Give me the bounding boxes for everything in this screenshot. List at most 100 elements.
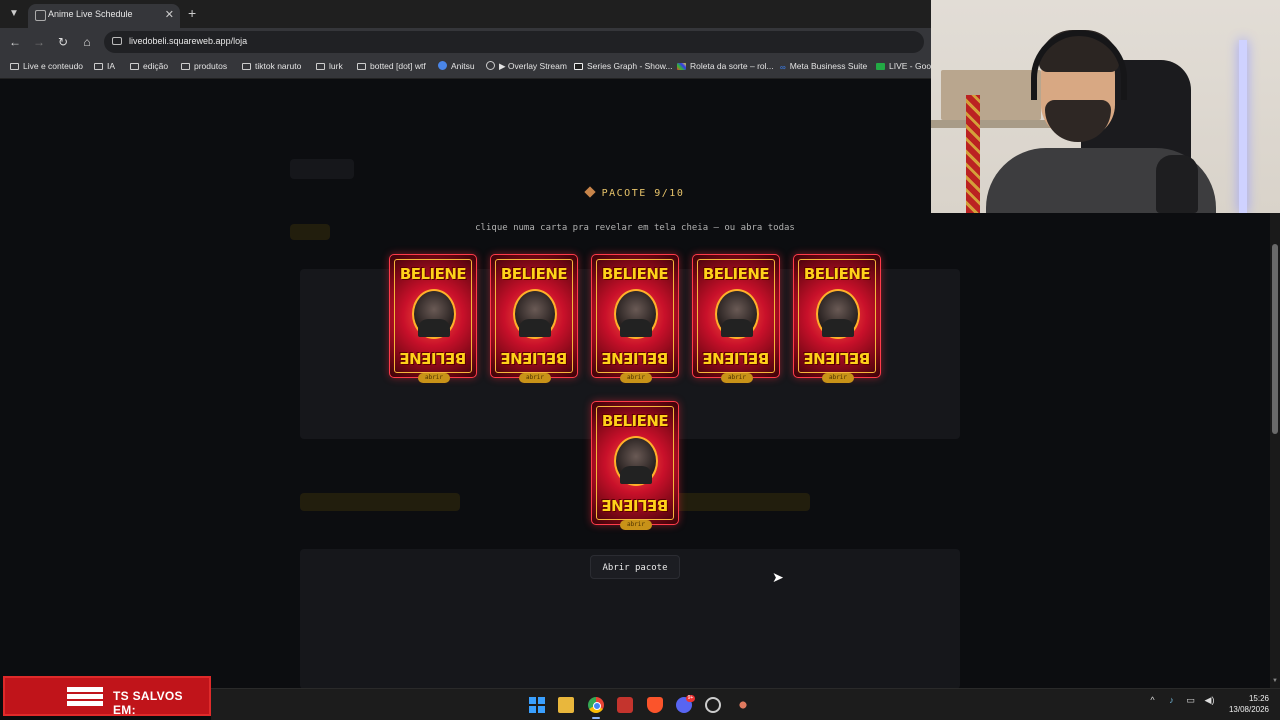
clock-time: 15:26 xyxy=(1248,694,1269,703)
active-app-indicator xyxy=(592,717,600,719)
folder-icon xyxy=(316,63,325,70)
system-tray: ^ ♪ ▭ ◀) xyxy=(1147,695,1223,706)
card-open-tag[interactable]: abrir xyxy=(418,373,450,383)
clock-date: 13/08/2026 xyxy=(1228,705,1269,714)
microphone-icon[interactable]: ♪ xyxy=(1166,695,1177,706)
card-portrait-shirt xyxy=(519,319,551,337)
pack-card[interactable]: BELIENE BELIENE abrir xyxy=(793,254,881,383)
volume-icon[interactable]: ◀) xyxy=(1204,695,1215,706)
folder-icon xyxy=(242,63,251,70)
bookmark-roleta[interactable]: Roleta da sorte – rol... xyxy=(677,61,774,71)
back-arrow-icon[interactable]: ← xyxy=(7,34,23,50)
taskbar: 9+ ^ ♪ ▭ ◀) 15:26 13/08/2026 xyxy=(211,688,1280,720)
new-tab-plus-icon[interactable]: + xyxy=(188,5,196,21)
bookmark-meta-business[interactable]: ∞ Meta Business Suite xyxy=(780,61,867,72)
bookmark-label: Live e conteudo xyxy=(23,61,84,71)
card-portrait-shirt xyxy=(620,319,652,337)
card-name-bottom: BELIENE xyxy=(500,349,568,367)
bookmark-label: lurk xyxy=(329,61,343,71)
card-open-tag[interactable]: abrir xyxy=(620,520,652,530)
bookmark-label: Series Graph - Show... xyxy=(587,61,673,71)
pack-card[interactable]: BELIENE BELIENE abrir xyxy=(389,254,477,383)
brave-icon[interactable] xyxy=(647,697,663,713)
tab-favicon-icon xyxy=(35,10,46,21)
tab-search-chevron-icon[interactable]: ▼ xyxy=(6,6,22,22)
tab-close-icon[interactable]: ✕ xyxy=(165,8,174,21)
clock[interactable]: 15:26 13/08/2026 xyxy=(1225,693,1269,715)
badge-text: TS SALVOS EM: xyxy=(113,689,183,717)
bookmark-label: Roleta da sorte – rol... xyxy=(690,61,774,71)
reload-icon[interactable]: ↻ xyxy=(55,34,71,50)
video-editor-icon[interactable] xyxy=(617,697,633,713)
bookmark-anitsu[interactable]: Anitsu xyxy=(438,61,475,71)
bookmark-tiktok-naruto[interactable]: tiktok naruto xyxy=(242,61,301,71)
bookmark-label: produtos xyxy=(194,61,228,71)
stream-overlay-badge: TS SALVOS EM: xyxy=(3,676,211,717)
bookmark-label: tiktok naruto xyxy=(255,61,302,71)
chevron-up-icon[interactable]: ^ xyxy=(1147,695,1158,706)
card-open-tag[interactable]: abrir xyxy=(620,373,652,383)
ghost-block xyxy=(290,159,354,179)
address-bar-row: ← → ↻ ⌂ livedobeli.squareweb.app/loja xyxy=(0,28,932,56)
home-icon[interactable]: ⌂ xyxy=(79,34,95,50)
card-name-bottom: BELIENE xyxy=(399,349,467,367)
card-name-top: BELIENE xyxy=(601,265,669,283)
folder-icon xyxy=(10,63,19,70)
webcam-light-bar xyxy=(1239,40,1247,213)
card-name-bottom: BELIENE xyxy=(601,496,669,514)
url-text: livedobeli.squareweb.app/loja xyxy=(129,36,248,46)
webcam-hanging-scarf xyxy=(966,95,980,213)
bookmark-lurk[interactable]: lurk xyxy=(316,61,343,71)
meta-icon: ∞ xyxy=(780,63,786,72)
network-icon[interactable]: ▭ xyxy=(1185,695,1196,706)
bookmark-produtos[interactable]: produtos xyxy=(181,61,227,71)
bookmark-overlay-stream[interactable]: ▶ Overlay Stream xyxy=(486,61,567,72)
file-explorer-icon[interactable] xyxy=(558,697,574,713)
forward-arrow-icon[interactable]: → xyxy=(31,34,47,50)
pack-card[interactable]: BELIENE BELIENE abrir xyxy=(490,254,578,383)
open-pack-button[interactable]: Abrir pacote xyxy=(590,555,680,579)
badge-logo-icon xyxy=(67,687,103,707)
folder-icon xyxy=(94,63,103,70)
folder-icon xyxy=(357,63,366,70)
browser-tab-bar: ▼ Anime Live Schedule ✕ + xyxy=(0,0,932,28)
card-name-top: BELIENE xyxy=(399,265,467,283)
bookmark-label: LIVE - Goog xyxy=(889,61,932,71)
tab-title: Anime Live Schedule xyxy=(48,9,133,19)
scroll-down-arrow-icon[interactable]: ▼ xyxy=(1272,678,1278,684)
pack-title-text: PACOTE 9/10 xyxy=(601,188,685,199)
bookmark-ia[interactable]: IA xyxy=(94,61,115,71)
ghost-block xyxy=(300,493,460,511)
folder-icon xyxy=(130,63,139,70)
bookmark-live-goog[interactable]: LIVE - Goog xyxy=(876,61,932,71)
sheets-icon xyxy=(876,63,885,70)
browser-tab[interactable]: Anime Live Schedule ✕ xyxy=(28,4,180,28)
start-windows-icon[interactable] xyxy=(529,697,545,713)
hint-text: clique numa carta pra revelar em tela ch… xyxy=(475,223,795,233)
package-icon xyxy=(583,186,596,198)
discord-notification-badge: 9+ xyxy=(686,695,695,702)
card-open-tag[interactable]: abrir xyxy=(822,373,854,383)
chrome-icon[interactable] xyxy=(588,697,604,713)
bookmark-edicao[interactable]: edição xyxy=(130,61,168,71)
site-settings-icon[interactable] xyxy=(112,37,122,45)
card-portrait-shirt xyxy=(721,319,753,337)
pack-card[interactable]: BELIENE BELIENE abrir xyxy=(591,401,679,530)
pack-card[interactable]: BELIENE BELIENE abrir xyxy=(591,254,679,383)
card-name-top: BELIENE xyxy=(500,265,568,283)
webcam-overlay xyxy=(931,0,1280,213)
bookmark-live-e-conteudo[interactable]: Live e conteudo xyxy=(10,61,83,71)
card-name-bottom: BELIENE xyxy=(702,349,770,367)
bookmark-label: Meta Business Suite xyxy=(789,61,868,71)
url-field[interactable]: livedobeli.squareweb.app/loja xyxy=(104,31,924,53)
card-name-top: BELIENE xyxy=(803,265,871,283)
scrollbar-thumb[interactable] xyxy=(1272,244,1278,434)
bookmark-series-graph[interactable]: Series Graph - Show... xyxy=(574,61,673,71)
bookmark-botted[interactable]: botted [dot] wtf xyxy=(357,61,426,71)
app-circle-icon[interactable] xyxy=(705,697,721,713)
card-open-tag[interactable]: abrir xyxy=(519,373,551,383)
claude-icon[interactable] xyxy=(735,697,751,713)
card-open-tag[interactable]: abrir xyxy=(721,373,753,383)
mouse-cursor-icon: ➤ xyxy=(772,569,784,585)
pack-card[interactable]: BELIENE BELIENE abrir xyxy=(692,254,780,383)
